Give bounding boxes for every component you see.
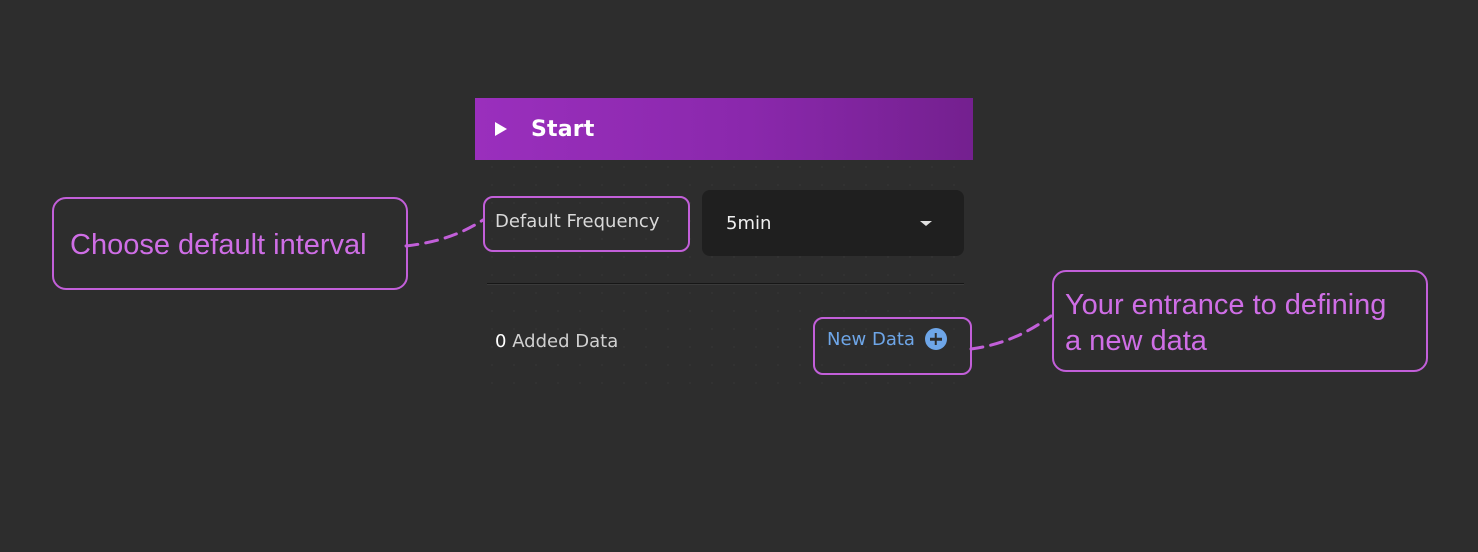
- annotation-highlight-new-data: [813, 317, 972, 375]
- frequency-select[interactable]: 5min: [702, 190, 964, 256]
- added-data-count: 0 Added Data: [495, 331, 618, 352]
- added-data-label: Added Data: [512, 331, 619, 352]
- added-data-number: 0: [495, 331, 507, 352]
- connector-right: [969, 314, 1053, 351]
- frequency-selected-value: 5min: [726, 213, 772, 234]
- caret-down-icon: [920, 221, 932, 226]
- annotation-highlight-frequency-label: [483, 196, 690, 252]
- connector-left: [404, 218, 485, 248]
- annotation-text-new-data-line2: a new data: [1065, 325, 1207, 357]
- start-section-header[interactable]: Start: [475, 98, 973, 160]
- divider: [487, 283, 964, 285]
- play-triangle-icon: [495, 122, 507, 136]
- annotation-text-new-data-line1: Your entrance to defining: [1065, 289, 1387, 321]
- section-title: Start: [531, 116, 595, 142]
- annotation-text-frequency: Choose default interval: [70, 229, 367, 261]
